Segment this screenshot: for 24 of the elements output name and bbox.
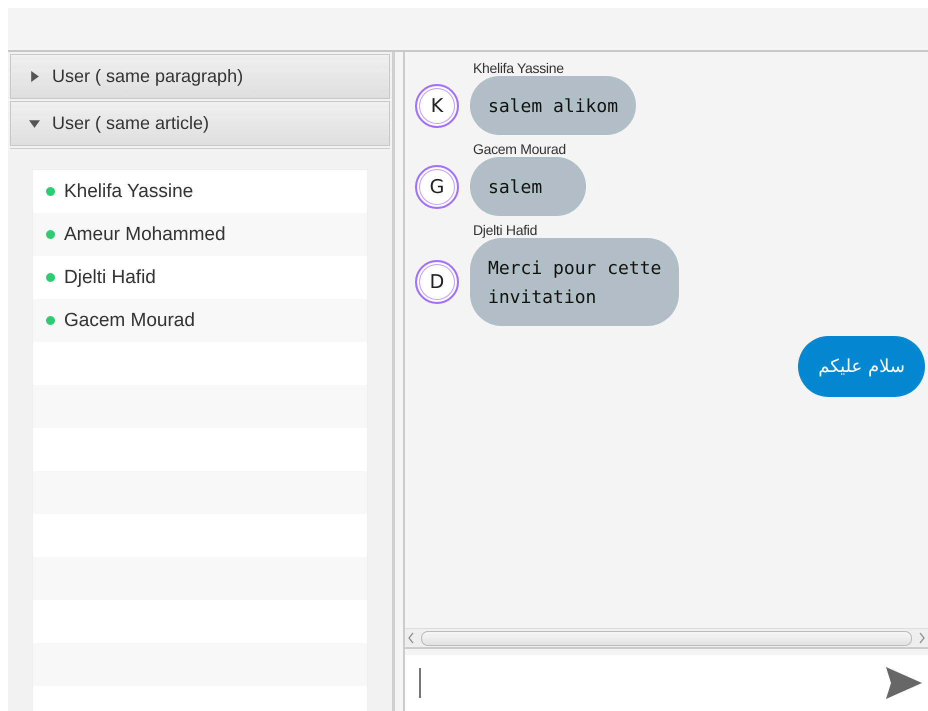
message-bubble: salem alikom [470,76,636,135]
accordion-header[interactable]: User ( same paragraph) [10,54,390,99]
send-icon [886,667,922,699]
sender-name: Djelti Hafid [473,222,538,238]
user-item[interactable]: Ameur Mohammed [33,213,367,256]
avatar: G [415,164,459,208]
user-item[interactable]: Gacem Mourad [33,299,367,342]
scroll-right-icon[interactable] [918,632,926,644]
accordion-header[interactable]: User ( same article) [10,101,390,146]
avatar: K [415,84,459,128]
horizontal-scrollbar[interactable] [405,628,928,649]
avatar: D [415,260,459,304]
user-item[interactable]: Khelifa Yassine [33,170,367,213]
user-item[interactable]: Djelti Hafid [33,256,367,299]
sender-name: Khelifa Yassine [473,60,565,76]
message-bubble: Merci pour cette invitation [470,238,680,326]
scroll-left-icon[interactable] [407,632,415,644]
scrollbar-thumb[interactable] [421,630,912,646]
sender-name: Gacem Mourad [473,141,567,157]
collapse-triangle-icon [29,118,40,129]
expand-triangle-icon [29,71,40,82]
message-bubble: سلام عليكم [798,336,925,397]
message-bubble: salem [470,157,586,216]
send-button[interactable] [884,665,924,701]
